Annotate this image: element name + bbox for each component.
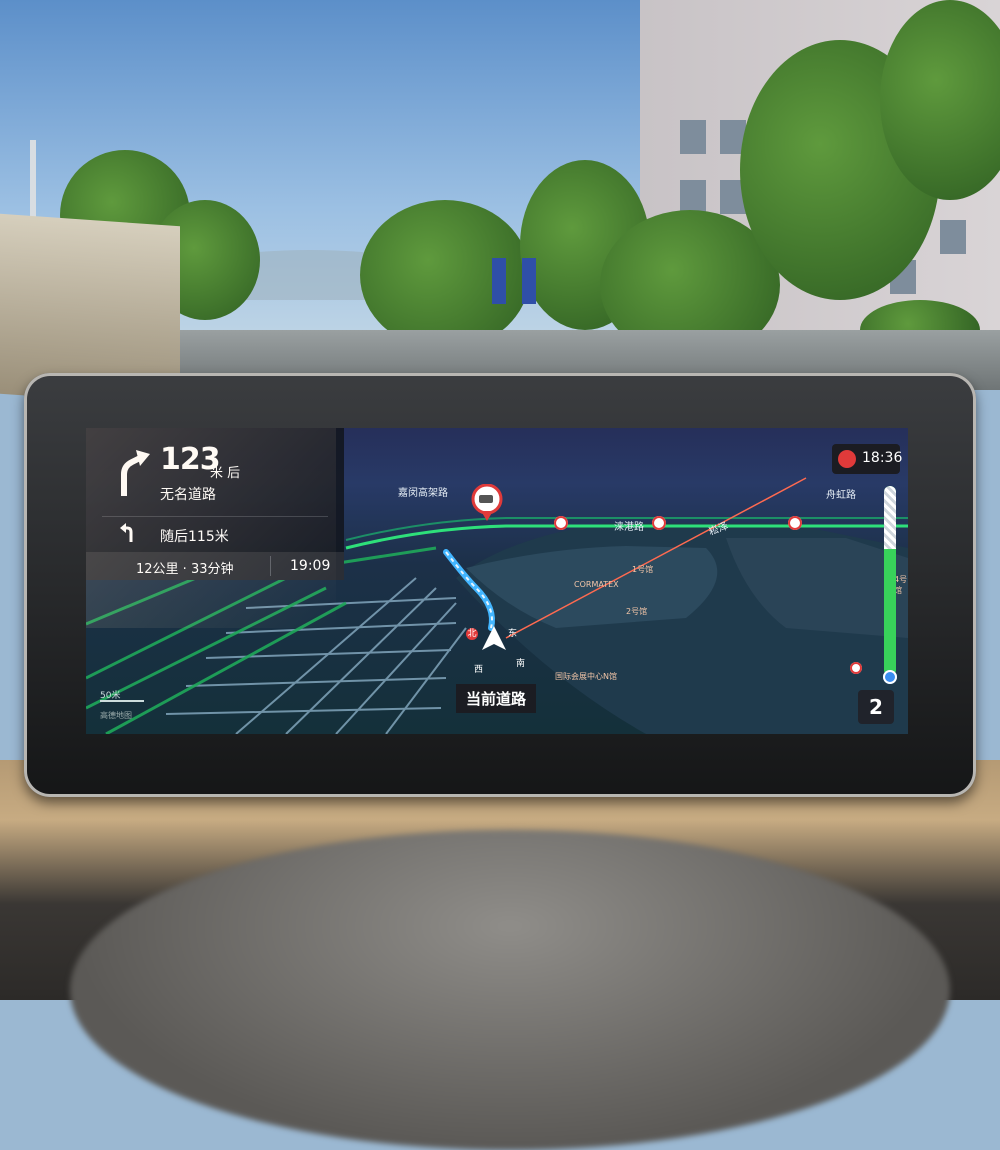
poi-label: CORMATEX [574, 580, 619, 589]
steering-wheel [70, 830, 950, 1150]
compass-west: 西 [474, 665, 484, 675]
trip-summary: 12公里 · 33分钟 [136, 562, 234, 577]
compass-east: 东 [508, 629, 518, 639]
arrival-time: 19:09 [290, 558, 331, 574]
vehicle-position-icon [883, 670, 897, 684]
alert-icon [838, 450, 856, 468]
poi-label: 1号馆 [632, 565, 654, 574]
route-overview-button[interactable]: 2 [858, 690, 894, 724]
poi-label: 4号馆 [894, 575, 908, 595]
panel-divider [102, 516, 328, 517]
road-label: 舟虹路 [826, 490, 856, 501]
turn-distance-unit: 米 后 [210, 466, 241, 481]
poi-label: 国际会展中心N馆 [555, 672, 617, 681]
map-provider-logo: 高德地图 [100, 711, 132, 720]
vehicle-marker [482, 626, 506, 650]
compass-south: 南 [516, 659, 526, 669]
route-progress-bar [884, 486, 896, 676]
summary-separator [270, 556, 271, 576]
current-road-label: 当前道路 [456, 684, 537, 713]
street-grid [165, 577, 467, 734]
camera-icon[interactable] [652, 516, 666, 530]
turn-left-small-icon [120, 523, 133, 542]
navigation-screen[interactable]: 123 米 后 无名道路 随后115米 12公里 · 33分钟 19:09 嘉闵… [86, 428, 908, 734]
turn-guidance-panel[interactable]: 123 米 后 无名道路 随后115米 12公里 · 33分钟 19:09 [86, 428, 344, 580]
speed-camera-icon[interactable] [470, 484, 504, 522]
road-label: 涞港路 [614, 522, 644, 533]
next-instruction: 随后115米 [160, 529, 229, 545]
next-road-name: 无名道路 [160, 487, 216, 503]
turn-right-arrow-icon [121, 450, 150, 496]
route-progress-done [884, 486, 896, 549]
camera-icon[interactable] [554, 516, 568, 530]
status-clock[interactable]: 18:36 [832, 444, 903, 474]
road-label: 嘉闵高架路 [398, 488, 448, 499]
hazard-icon[interactable] [850, 662, 862, 674]
poi-label: 2号馆 [626, 607, 648, 616]
compass-north: 北 [466, 628, 478, 640]
banner [522, 258, 536, 304]
banner [492, 258, 506, 304]
clock-time: 18:36 [862, 450, 903, 466]
map-scale-bar [100, 700, 144, 702]
camera-icon[interactable] [788, 516, 802, 530]
